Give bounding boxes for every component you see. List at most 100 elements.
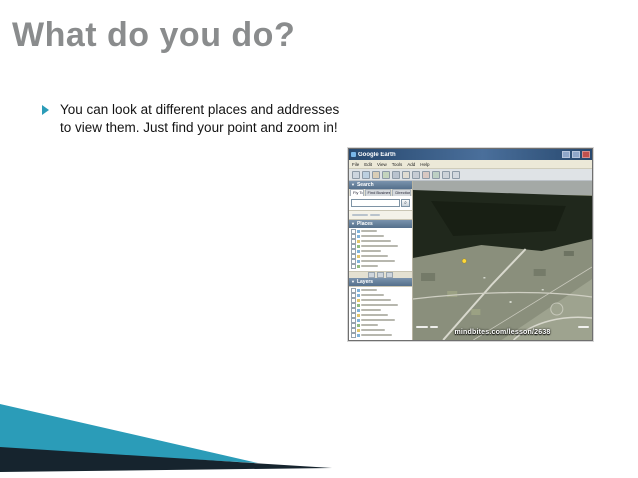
item-icon [357,244,360,248]
toolbar-icon[interactable] [362,170,370,179]
item-label-bar [361,334,392,337]
chevron-down-icon: ▼ [351,221,355,226]
toolbar-icon[interactable] [442,170,450,179]
search-history [349,211,412,220]
item-icon [357,249,360,253]
places-panel-header[interactable]: ▼ Places [349,220,412,228]
item-icon [357,239,360,243]
toolbar-icon[interactable] [452,170,460,179]
item-label-bar [361,260,395,262]
item-label-bar [361,324,378,327]
item-label-bar [361,289,377,292]
item-icon [357,318,360,322]
item-icon [357,234,360,238]
tree-item[interactable] [351,238,410,244]
window-content: ▼ Search Fly ToFind BusinessesDirections… [349,181,592,340]
toolbar-icon[interactable] [372,170,380,179]
layers-panel-header[interactable]: ▼ Layers [349,278,412,287]
toolbar-icon[interactable] [352,170,360,179]
item-label-bar [361,255,388,257]
slide: What do you do? You can look at differen… [0,0,638,478]
tree-item[interactable] [351,248,410,254]
menu-item[interactable]: Help [420,162,429,167]
tree-item[interactable] [351,253,410,259]
tree-item[interactable] [351,312,410,318]
item-label-bar [361,235,384,237]
bullet-item: You can look at different places and add… [42,101,342,137]
toolbar-icon[interactable] [422,170,430,179]
toolbar-icon[interactable] [432,170,440,179]
item-icon [357,333,360,337]
tree-item[interactable] [351,317,410,323]
item-label-bar [361,230,377,232]
search-input[interactable] [351,199,400,207]
toolbar-icon[interactable] [412,170,420,179]
footer-swoosh [0,404,332,472]
menu-item[interactable]: Add [407,162,415,167]
sidebar: ▼ Search Fly ToFind BusinessesDirections… [349,181,413,340]
item-icon [357,264,360,268]
tour-controls[interactable] [349,271,412,279]
item-label-bar [361,329,385,332]
item-icon [357,313,360,317]
layers-tree [349,286,412,340]
menu-item[interactable]: View [377,162,387,167]
minimize-button[interactable] [562,151,570,158]
tree-item[interactable] [351,292,410,298]
chevron-down-icon: ▼ [351,182,355,187]
menu-bar: File Edit View Tools Add Help [349,160,592,169]
item-icon [357,229,360,233]
item-icon [357,308,360,312]
tree-item[interactable] [351,302,410,308]
item-label-bar [361,309,381,312]
maximize-button[interactable] [572,151,580,158]
toolbar-icon[interactable] [382,170,390,179]
tree-item[interactable] [351,307,410,313]
tree-item[interactable] [351,233,410,239]
toolbar-icon[interactable] [392,170,400,179]
search-tab[interactable]: Fly To [350,189,364,196]
tree-item[interactable] [351,297,410,303]
menu-item[interactable]: Edit [364,162,372,167]
item-icon [357,254,360,258]
bullet-text: You can look at different places and add… [60,102,340,135]
magnifier-icon[interactable]: ⌕ [401,199,410,207]
toolbar-icon[interactable] [402,170,410,179]
aerial-imagery [413,181,592,340]
search-tab[interactable]: Directions [392,189,411,196]
tree-item[interactable] [351,258,410,264]
search-body: ⌕ [349,196,412,211]
chevron-down-icon: ▼ [351,279,355,285]
map-credits-left [416,326,438,328]
item-icon [357,303,360,307]
tree-item[interactable] [351,287,410,293]
map-pin-icon [461,258,467,264]
window-titlebar[interactable]: Google Earth [349,149,592,160]
item-label-bar [361,265,378,267]
tree-item[interactable] [351,332,410,338]
tree-item[interactable] [351,322,410,328]
menu-item[interactable]: File [352,162,359,167]
item-label-bar [361,240,391,242]
window-title: Google Earth [358,151,396,158]
tree-item[interactable] [351,243,410,249]
menu-item[interactable]: Tools [392,162,403,167]
bullet-arrow-icon [42,105,49,115]
search-tab[interactable]: Find Businesses [364,189,392,196]
page-title: What do you do? [12,16,296,54]
item-icon [357,293,360,297]
close-button[interactable] [582,151,590,158]
item-label-bar [361,245,398,247]
map-viewport[interactable]: mindbites.com/lesson/2638 [413,181,592,340]
checkbox[interactable] [351,263,356,269]
item-label-bar [361,299,391,302]
tree-item[interactable] [351,327,410,333]
tree-item[interactable] [351,228,410,234]
checkbox[interactable] [351,332,356,338]
tree-item[interactable] [351,263,410,269]
item-label-bar [361,294,384,297]
item-icon [357,328,360,332]
watermark-text: mindbites.com/lesson/2638 [454,329,551,336]
search-panel-header[interactable]: ▼ Search [349,181,412,189]
google-earth-screenshot: Google Earth File Edit View Tools Add Help ▼ … [348,148,593,341]
